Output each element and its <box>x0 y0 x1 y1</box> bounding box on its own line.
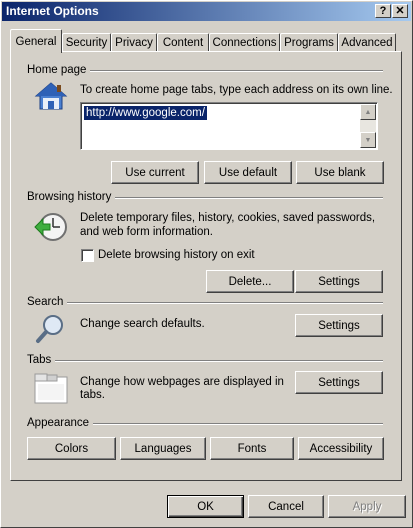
search-settings-button[interactable]: Settings <box>295 314 383 337</box>
close-button[interactable]: ✕ <box>392 4 408 18</box>
title-bar[interactable]: Internet Options ? ✕ <box>2 2 411 21</box>
home-page-header: Home page <box>27 64 91 76</box>
use-blank-button[interactable]: Use blank <box>296 161 384 184</box>
browsing-history-header: Browsing history <box>27 191 116 203</box>
tab-programs[interactable]: Programs <box>280 33 338 51</box>
ok-button[interactable]: OK <box>167 495 244 518</box>
accessibility-button[interactable]: Accessibility <box>298 437 384 460</box>
tab-advanced[interactable]: Advanced <box>338 33 396 51</box>
tab-content[interactable]: Content <box>157 33 209 51</box>
delete-history-button[interactable]: Delete... <box>206 270 294 293</box>
magnifier-icon <box>36 315 63 343</box>
scroll-up-arrow-icon[interactable]: ▲ <box>360 104 376 120</box>
delete-on-exit-checkbox[interactable] <box>81 249 94 262</box>
cancel-button[interactable]: Cancel <box>248 495 324 518</box>
tab-privacy[interactable]: Privacy <box>111 33 157 51</box>
internet-options-window: Internet Options ? ✕ General Security Pr… <box>0 0 413 528</box>
home-icon <box>34 82 68 110</box>
tabs-settings-button[interactable]: Settings <box>295 371 383 394</box>
tab-connections[interactable]: Connections <box>209 33 280 51</box>
tabs-divider <box>27 360 383 362</box>
tab-general[interactable]: General <box>10 29 62 53</box>
home-page-url-field[interactable]: http://www.google.com/ ▲ ▼ <box>80 102 378 150</box>
tabs-header: Tabs <box>27 354 56 366</box>
tabs-description-2: tabs. <box>80 389 105 401</box>
languages-button[interactable]: Languages <box>120 437 206 460</box>
use-default-button[interactable]: Use default <box>204 161 292 184</box>
search-header: Search <box>27 296 68 308</box>
window-title: Internet Options <box>6 4 99 18</box>
browsing-history-description-2: and web form information. <box>80 226 213 238</box>
home-page-url-text: http://www.google.com/ <box>83 105 208 121</box>
colors-button[interactable]: Colors <box>27 437 116 460</box>
history-settings-button[interactable]: Settings <box>295 270 383 293</box>
tabs-description-1: Change how webpages are displayed in <box>80 376 284 388</box>
use-current-button[interactable]: Use current <box>111 161 199 184</box>
help-button[interactable]: ? <box>375 4 391 18</box>
tab-security[interactable]: Security <box>62 33 111 51</box>
tabs-icon <box>34 373 68 404</box>
search-divider <box>27 302 383 304</box>
browsing-history-description-1: Delete temporary files, history, cookies… <box>80 212 376 224</box>
home-page-description: To create home page tabs, type each addr… <box>80 84 393 96</box>
search-description: Change search defaults. <box>80 318 205 330</box>
delete-on-exit-label[interactable]: Delete browsing history on exit <box>98 249 255 262</box>
apply-button[interactable]: Apply <box>328 495 406 518</box>
appearance-header: Appearance <box>27 417 94 429</box>
fonts-button[interactable]: Fonts <box>210 437 294 460</box>
home-page-scrollbar[interactable]: ▲ ▼ <box>360 104 376 148</box>
history-clock-icon <box>34 213 67 241</box>
scroll-down-arrow-icon[interactable]: ▼ <box>360 132 376 148</box>
